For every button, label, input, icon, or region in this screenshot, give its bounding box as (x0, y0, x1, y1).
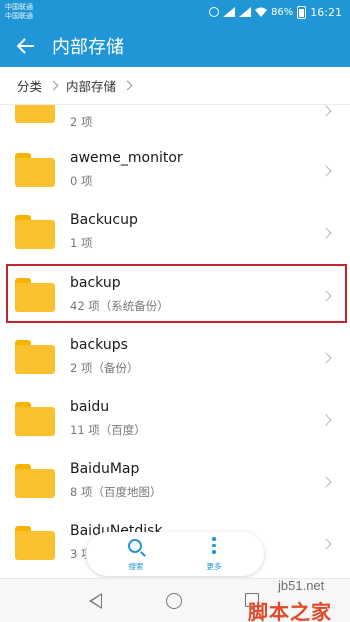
folder-icon (15, 105, 55, 123)
chevron-right-icon (320, 538, 332, 550)
floating-action-bar: 搜索 更多 (86, 532, 264, 576)
list-item[interactable]: aweme_monitor 0 项 (0, 141, 350, 203)
arrow-left-icon (17, 37, 34, 54)
chevron-right-icon (320, 476, 332, 488)
chevron-right-icon (122, 80, 133, 91)
wifi-icon (255, 7, 268, 17)
search-label: 搜索 (128, 562, 144, 571)
alarm-icon (209, 7, 220, 17)
folder-name: aweme_monitor (70, 150, 183, 166)
search-button[interactable]: 搜索 (106, 536, 166, 574)
chevron-right-icon (320, 227, 332, 239)
highlight-box (6, 264, 347, 323)
more-label: 更多 (206, 562, 222, 571)
chevron-right-icon (320, 352, 332, 364)
status-bar: 中国联通 中国联通 86% 16:21 (0, 0, 350, 24)
chevron-right-icon (48, 80, 59, 91)
folder-meta: 11 项（百度） (70, 423, 146, 437)
nav-back-icon[interactable] (89, 593, 102, 609)
chevron-right-icon (320, 165, 332, 177)
folder-meta: 8 项（百度地图） (70, 485, 162, 499)
folder-name: BaiduMap (70, 461, 140, 477)
chevron-right-icon (320, 105, 332, 117)
clock: 16:21 (310, 5, 342, 19)
app-bar: 中国联通 中国联通 86% 16:21 内部存储 (0, 0, 350, 67)
folder-icon (15, 402, 55, 436)
toolbar: 内部存储 (0, 24, 350, 67)
folder-name: baidu (70, 399, 110, 415)
folder-meta: 1 项 (70, 236, 93, 250)
list-item[interactable]: baidu 11 项（百度） (0, 390, 350, 452)
watermark-text: 脚本之家 (248, 600, 332, 622)
signal-icon (223, 7, 236, 17)
more-button[interactable]: 更多 (184, 536, 244, 574)
carrier-1: 中国联通 (5, 3, 33, 11)
folder-icon (15, 215, 55, 249)
breadcrumb: 分类 内部存储 (0, 67, 350, 105)
folder-list: 2 项 aweme_monitor 0 项 Backucup 1 项 backu… (0, 105, 350, 578)
folder-icon (15, 153, 55, 187)
chevron-right-icon (320, 414, 332, 426)
folder-icon (15, 526, 55, 560)
folder-meta: 0 项 (70, 174, 93, 188)
folder-meta: 2 项 (70, 115, 93, 129)
folder-name: Backucup (70, 212, 138, 228)
watermark-site: jb51.net (278, 578, 325, 593)
search-icon (128, 539, 142, 553)
folder-name: backups (70, 337, 128, 353)
list-item[interactable]: Backucup 1 项 (0, 203, 350, 265)
folder-meta: 2 项（备份） (70, 361, 139, 375)
list-item[interactable]: BaiduMap 8 项（百度地图） (0, 452, 350, 514)
breadcrumb-item-internal-storage[interactable]: 内部存储 (66, 76, 116, 95)
page-title: 内部存储 (52, 36, 124, 58)
nav-home-icon[interactable] (166, 593, 182, 609)
folder-icon (15, 340, 55, 374)
back-button[interactable] (0, 24, 52, 67)
more-vertical-icon (212, 537, 216, 557)
breadcrumb-item-category[interactable]: 分类 (17, 76, 42, 95)
list-item[interactable]: backups 2 项（备份） (0, 328, 350, 390)
carrier-2: 中国联通 (5, 12, 33, 20)
signal-icon-2 (239, 7, 252, 17)
battery-percent: 86% (271, 6, 294, 18)
folder-icon (15, 464, 55, 498)
battery-icon (297, 5, 307, 19)
